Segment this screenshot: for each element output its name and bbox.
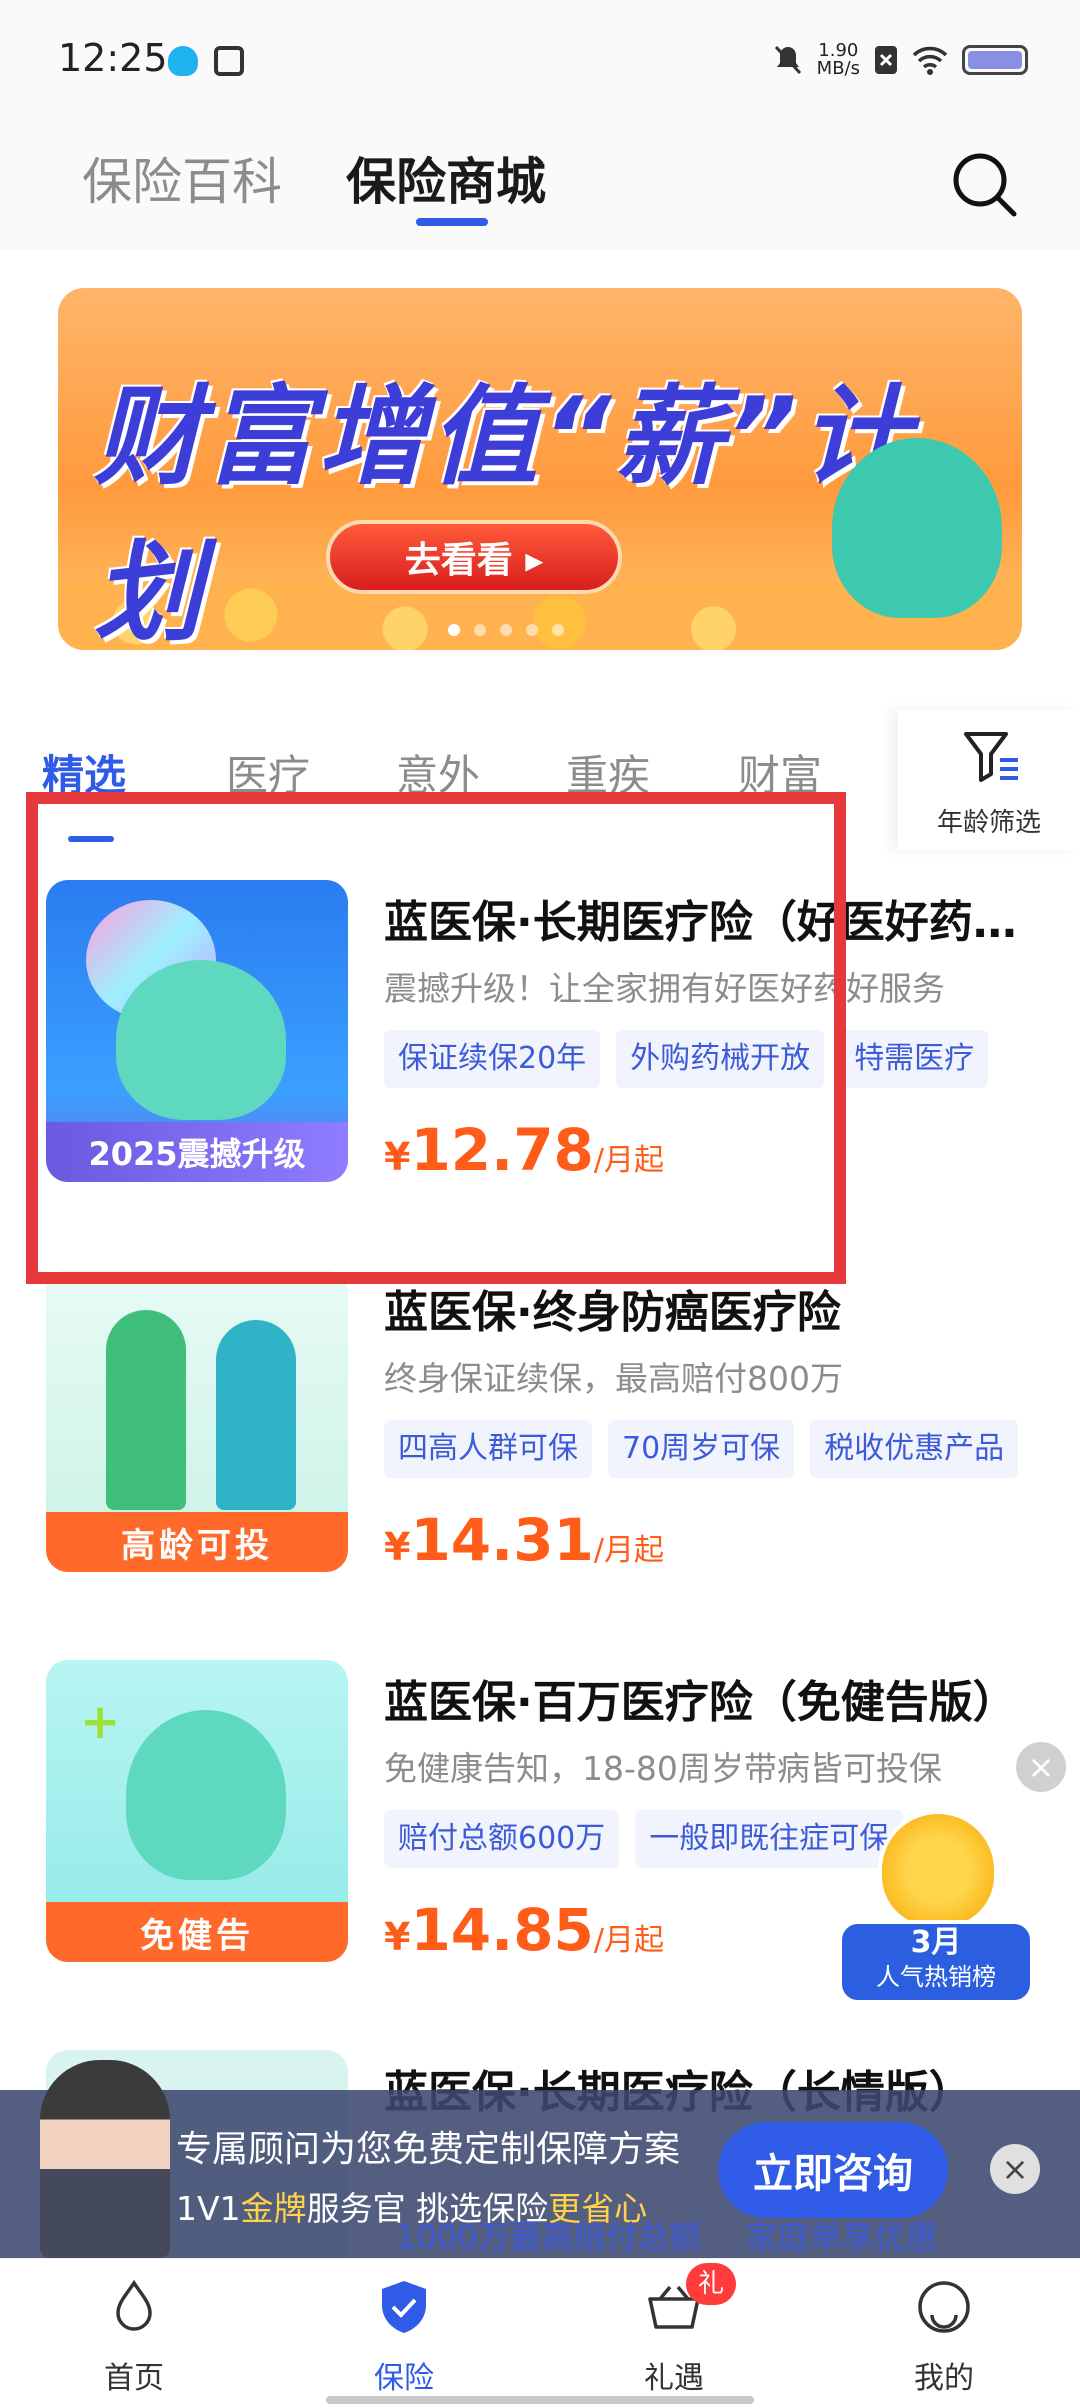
filter-icon bbox=[964, 732, 1018, 782]
tab-medical[interactable]: 医疗 bbox=[226, 742, 310, 803]
wallet-icon bbox=[214, 46, 244, 76]
promo-title: 专属顾问为您免费定制保障方案 bbox=[176, 2129, 681, 2170]
home-drop-icon bbox=[116, 2279, 152, 2331]
product-thumbnail: 2025震撼升级 bbox=[46, 880, 348, 1182]
product-price: ¥14.31/月起 bbox=[384, 1506, 665, 1574]
pagination-dot bbox=[552, 624, 564, 636]
gift-badge: 礼 bbox=[686, 2263, 736, 2305]
product-tag: 税收优惠产品 bbox=[810, 1420, 1019, 1478]
product-tag: 家庭单享优惠 bbox=[746, 2218, 939, 2256]
product-tags: 保证续保20年 外购药械开放 特需医疗 bbox=[384, 1030, 1044, 1090]
product-tag: 1000万最高赔付总额 bbox=[396, 2218, 702, 2256]
product-tags: 四高人群可保 70周岁可保 税收优惠产品 bbox=[384, 1420, 1044, 1480]
product-tag: 70周岁可保 bbox=[608, 1420, 795, 1478]
product-tag: 外购药械开放 bbox=[616, 1030, 825, 1088]
age-filter-button[interactable]: 年龄筛选 bbox=[898, 710, 1080, 850]
product-tag: 四高人群可保 bbox=[384, 1420, 592, 1478]
pagination-dot bbox=[474, 624, 486, 636]
active-tab-indicator bbox=[416, 218, 488, 226]
battery-icon bbox=[962, 45, 1028, 75]
tab-accident[interactable]: 意外 bbox=[396, 742, 480, 803]
trophy-icon bbox=[878, 1810, 998, 1930]
pagination-dot bbox=[500, 624, 512, 636]
close-badge-button[interactable]: × bbox=[1016, 1742, 1066, 1792]
banner-pagination bbox=[448, 624, 564, 636]
consultant-avatar bbox=[40, 2060, 170, 2258]
banner-section: 财富增值“薪”计划 去看看 ▸ bbox=[0, 250, 1080, 690]
product-title: 蓝医保·终身防癌医疗险 bbox=[384, 1287, 841, 1338]
product-tag: 赔付总额600万 bbox=[384, 1810, 620, 1868]
consult-now-button[interactable]: 立即咨询 bbox=[718, 2122, 948, 2218]
product-subtitle: 震撼升级！让全家拥有好医好药好服务 bbox=[384, 969, 945, 1008]
tab-insurance-wiki[interactable]: 保险百科 bbox=[82, 142, 282, 214]
tab-insurance-mall[interactable]: 保险商城 bbox=[346, 142, 546, 214]
thumb-caption: 免健告 bbox=[46, 1902, 348, 1962]
age-filter-label: 年龄筛选 bbox=[936, 808, 1041, 838]
status-time: 12:25 bbox=[58, 36, 168, 80]
product-card[interactable]: 2025震撼升级 蓝医保·长期医疗险（好医好药版） 震撼升级！让全家拥有好医好药… bbox=[0, 880, 1080, 1260]
tab-featured[interactable]: 精选 bbox=[42, 742, 126, 803]
tab-critical-illness[interactable]: 重疾 bbox=[566, 742, 650, 803]
hot-sales-badge[interactable]: 3月 人气热销榜 bbox=[830, 1810, 1040, 2010]
product-thumbnail: + 免健告 bbox=[46, 1660, 348, 1962]
product-price: ¥14.85/月起 bbox=[384, 1896, 665, 1964]
hot-sales-label: 3月 人气热销榜 bbox=[838, 1920, 1034, 2004]
thumb-caption: 2025震撼升级 bbox=[46, 1122, 348, 1182]
nav-home[interactable]: 首页 bbox=[34, 2259, 234, 2408]
nav-insurance[interactable]: 保险 bbox=[304, 2259, 504, 2408]
profile-icon bbox=[918, 2281, 970, 2333]
shield-check-icon bbox=[382, 2281, 426, 2333]
product-subtitle: 免健康告知，18-80周岁带病皆可投保 bbox=[384, 1749, 942, 1788]
sim-x-icon bbox=[875, 46, 897, 74]
banner-cta-button[interactable]: 去看看 ▸ bbox=[326, 520, 622, 594]
product-card[interactable]: 高龄可投 蓝医保·终身防癌医疗险 终身保证续保，最高赔付800万 四高人群可保 … bbox=[0, 1270, 1080, 1650]
bottom-nav: 首页 保险 礼 礼遇 我的 bbox=[0, 2258, 1080, 2408]
product-subtitle: 终身保证续保，最高赔付800万 bbox=[384, 1359, 843, 1398]
mute-icon bbox=[774, 45, 801, 75]
promo-banner[interactable]: 财富增值“薪”计划 去看看 ▸ bbox=[58, 288, 1022, 650]
net-speed: 1.90 MB/s bbox=[816, 40, 860, 79]
status-bar: 12:25 1.90 MB/s bbox=[0, 0, 1080, 120]
top-nav: 保险百科 保险商城 bbox=[0, 120, 1080, 250]
search-icon[interactable] bbox=[948, 148, 1020, 220]
category-tabs: 精选 医疗 意外 重疾 财富 年龄筛选 bbox=[0, 700, 1080, 850]
product-title: 蓝医保·长期医疗险（好医好药版） bbox=[384, 897, 1034, 948]
product-price: ¥12.78/月起 bbox=[384, 1116, 665, 1184]
product-thumbnail: 高龄可投 bbox=[46, 1270, 348, 1572]
category-tab-indicator bbox=[68, 836, 114, 842]
pagination-dot bbox=[526, 624, 538, 636]
pagination-dot bbox=[448, 624, 460, 636]
product-tag: 保证续保20年 bbox=[384, 1030, 601, 1088]
nav-perks[interactable]: 礼 礼遇 bbox=[574, 2259, 774, 2408]
product-tag: 特需医疗 bbox=[840, 1030, 989, 1088]
product-title: 蓝医保·百万医疗险（免健告版） bbox=[384, 1677, 1017, 1728]
home-indicator bbox=[326, 2396, 754, 2404]
tab-wealth[interactable]: 财富 bbox=[738, 742, 822, 803]
mascot-illustration bbox=[832, 438, 1002, 618]
wifi-icon bbox=[912, 46, 948, 75]
nav-me[interactable]: 我的 bbox=[844, 2259, 1044, 2408]
qq-icon bbox=[168, 46, 198, 76]
thumb-caption: 高龄可投 bbox=[46, 1512, 348, 1572]
close-promo-button[interactable]: × bbox=[990, 2144, 1040, 2194]
